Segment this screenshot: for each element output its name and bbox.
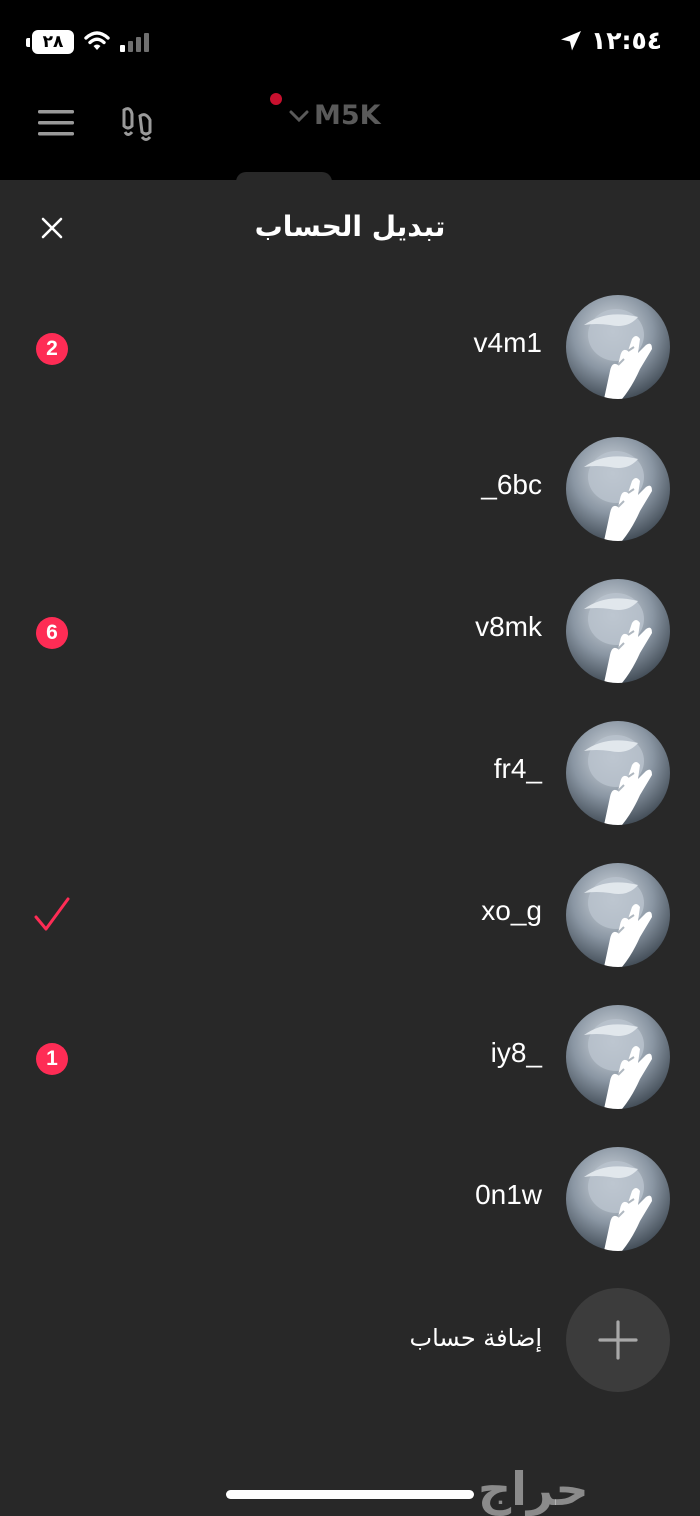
account-row[interactable]: 0n1w (0, 1147, 700, 1253)
account-row[interactable]: iy8_ 1 (0, 1005, 700, 1111)
live-indicator-dot (270, 93, 282, 105)
notification-badge: 2 (36, 333, 68, 365)
account-username: xo_g (481, 895, 542, 926)
status-bar: ٢٨ ١٢:٥٤ (0, 0, 700, 84)
add-account-label[interactable]: إضافة حساب (410, 1324, 542, 1352)
account-row[interactable]: _6bc (0, 437, 700, 543)
avatar (566, 721, 670, 825)
chevron-down-icon (289, 110, 309, 122)
account-row[interactable]: v8mk 6 (0, 579, 700, 685)
avatar (566, 1005, 670, 1109)
account-row[interactable]: fr4_ (0, 721, 700, 827)
account-username: _6bc (481, 469, 542, 500)
switch-account-sheet: تبديل الحساب v4m1 2 _6bc v8mk 6 fr4_ xo_g iy8_ 1… (0, 172, 700, 1516)
location-arrow-icon (560, 30, 581, 50)
notification-badge: 6 (36, 617, 68, 649)
haraj-watermark: حراج (478, 1462, 589, 1516)
clock-time: ١٢:٥٤ (590, 26, 662, 55)
account-username: v8mk (475, 611, 542, 642)
account-username: iy8_ (490, 1037, 542, 1068)
menu-icon[interactable] (38, 108, 74, 138)
add-account-button[interactable] (566, 1288, 670, 1392)
current-account-name: M5K (314, 100, 381, 131)
battery-icon: ٢٨ (32, 30, 74, 54)
avatar (566, 295, 670, 399)
footprints-icon[interactable] (118, 104, 158, 144)
battery-level: ٢٨ (42, 32, 64, 52)
account-username: v4m1 (473, 327, 542, 358)
home-indicator[interactable] (226, 1490, 474, 1499)
notification-badge: 1 (36, 1043, 68, 1075)
signal-icon (120, 33, 149, 52)
account-switcher[interactable]: M5K (288, 100, 381, 131)
sheet-handle[interactable] (236, 172, 332, 182)
account-row[interactable]: xo_g (0, 863, 700, 969)
account-username: 0n1w (475, 1179, 542, 1210)
wifi-icon (84, 31, 110, 50)
avatar (566, 437, 670, 541)
avatar (566, 1147, 670, 1251)
account-username: fr4_ (493, 753, 542, 784)
battery-tip (26, 38, 30, 47)
checkmark-icon (34, 897, 70, 931)
sheet-title: تبديل الحساب (254, 210, 446, 243)
app-header: M5K (0, 84, 700, 180)
plus-icon (598, 1320, 638, 1360)
account-row[interactable]: v4m1 2 (0, 295, 700, 401)
time-group: ١٢:٥٤ (559, 26, 662, 55)
avatar (566, 863, 670, 967)
avatar (566, 579, 670, 683)
